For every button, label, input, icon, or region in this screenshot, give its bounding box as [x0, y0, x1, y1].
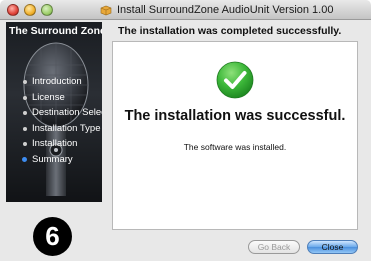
installer-steps: Introduction License Destination Select …	[6, 74, 102, 167]
window-title-group: Install SurroundZone AudioUnit Version 1…	[100, 3, 333, 17]
package-icon	[100, 4, 112, 16]
zoom-window-button[interactable]	[41, 4, 53, 16]
step-bullet-icon	[23, 111, 27, 115]
go-back-button[interactable]: Go Back	[248, 240, 300, 254]
step-destination-select: Destination Select	[6, 105, 102, 121]
sidebar-title: The Surround Zone	[9, 25, 102, 37]
checkmark-icon	[216, 61, 254, 99]
step-bullet-icon	[23, 80, 27, 84]
step-introduction: Introduction	[6, 74, 102, 90]
step-label: Installation	[32, 138, 78, 149]
step-installation: Installation	[6, 136, 102, 152]
success-message: The installation was successful.	[124, 108, 346, 124]
step-installation-type: Installation Type	[6, 121, 102, 137]
sidebar-graphic: The Surround Zone Introduction License D…	[6, 22, 102, 202]
step-number-badge: 6	[33, 217, 72, 256]
step-label: Summary	[32, 153, 73, 165]
window-title: Install SurroundZone AudioUnit Version 1…	[117, 4, 334, 16]
step-label: Introduction	[32, 76, 82, 87]
installer-window: Install SurroundZone AudioUnit Version 1…	[0, 0, 371, 261]
step-bullet-icon	[23, 126, 27, 131]
step-label: License	[32, 91, 65, 103]
step-bullet-icon	[23, 95, 27, 100]
step-summary: Summary	[6, 152, 102, 168]
step-bullet-icon	[23, 142, 27, 146]
step-label: Installation Type	[32, 122, 101, 134]
detail-message: The software was installed.	[183, 142, 287, 152]
title-bar[interactable]: Install SurroundZone AudioUnit Version 1…	[0, 0, 371, 20]
step-label: Destination Select	[32, 107, 102, 118]
step-current-icon	[22, 156, 27, 162]
close-button[interactable]: Close	[307, 240, 358, 254]
step-license: License	[6, 90, 102, 106]
minimize-window-button[interactable]	[24, 4, 36, 16]
close-window-button[interactable]	[7, 4, 19, 16]
page-heading: The installation was completed successfu…	[118, 25, 342, 37]
